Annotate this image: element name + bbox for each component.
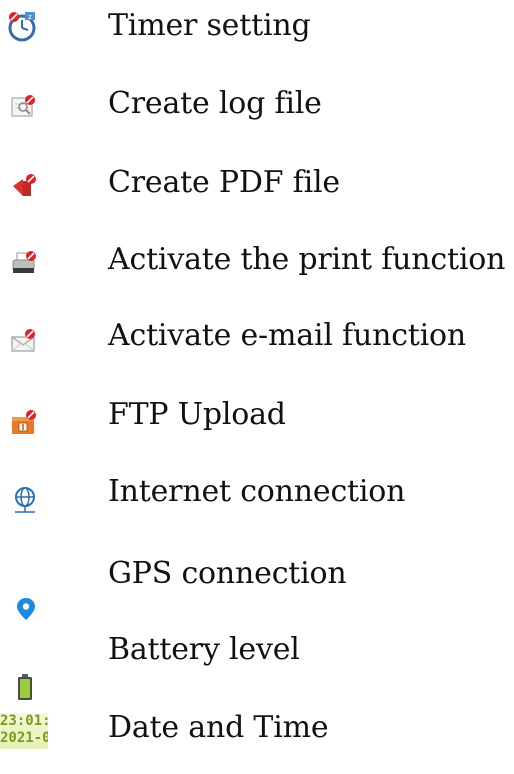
location-pin-icon (16, 597, 36, 621)
datetime-icon: 23:01:34 2021-01-21 (0, 713, 48, 749)
legend-label: Battery level (108, 632, 300, 667)
datetime-icon-time: 23:01:34 (0, 713, 48, 729)
svg-text:z: z (28, 13, 32, 21)
legend-label: Activate e-mail function (108, 318, 467, 353)
timer-clock-icon: z (6, 10, 38, 42)
legend-label: Activate the print function (108, 242, 506, 277)
printer-icon (10, 249, 38, 277)
datetime-icon-date: 2021-01-21 (0, 730, 48, 746)
legend-label: FTP Upload (108, 397, 286, 432)
legend-label: GPS connection (108, 556, 347, 591)
legend-label: Create log file (108, 86, 322, 121)
legend-label: Date and Time (108, 710, 329, 745)
legend-label: Create PDF file (108, 165, 340, 200)
legend-label: Internet connection (108, 474, 406, 509)
log-file-icon (9, 93, 37, 121)
pdf-file-icon (10, 172, 38, 200)
ftp-upload-icon (10, 408, 38, 436)
globe-network-icon (12, 485, 38, 515)
email-icon (10, 327, 38, 355)
battery-icon (16, 673, 34, 701)
legend-label: Timer setting (108, 8, 311, 43)
